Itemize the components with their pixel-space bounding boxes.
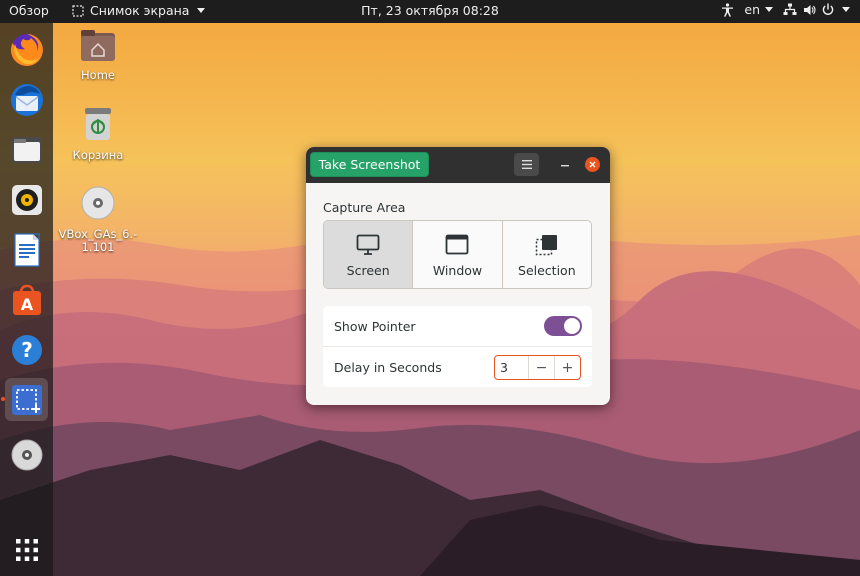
capture-selection-option[interactable]: Selection (503, 221, 591, 288)
dock-help[interactable]: ? (5, 328, 48, 371)
chevron-down-icon (765, 7, 773, 12)
minimize-icon (561, 164, 569, 166)
decrement-button[interactable]: − (528, 356, 554, 379)
chevron-down-icon (197, 8, 206, 13)
app-grid-icon (15, 538, 38, 561)
keyboard-layout-label: en (744, 2, 760, 17)
desktop-icon-label: Home (81, 68, 115, 82)
header-bar: Take Screenshot (306, 147, 610, 183)
help-icon: ? (11, 334, 42, 365)
delay-row: Delay in Seconds − + (323, 347, 592, 387)
capture-selection-label: Selection (518, 263, 576, 278)
thunderbird-icon (10, 83, 43, 116)
dock-rhythmbox[interactable] (5, 178, 48, 221)
dock-thunderbird[interactable] (5, 78, 48, 121)
hamburger-menu-button[interactable] (514, 153, 539, 176)
hamburger-menu-icon (521, 160, 532, 169)
libreoffice-writer-icon (13, 232, 40, 267)
accessibility-icon[interactable] (721, 2, 734, 17)
software-center-icon: A (12, 284, 41, 315)
dock-writer[interactable] (5, 228, 48, 271)
dock-firefox[interactable] (5, 28, 48, 71)
delay-spinbutton: − + (494, 355, 581, 380)
rhythmbox-icon (11, 184, 42, 215)
activities-button[interactable]: Обзор (9, 3, 49, 18)
capture-window-label: Window (432, 263, 483, 278)
screenshot-icon (11, 384, 42, 415)
disc-icon (11, 439, 42, 470)
dock-disc[interactable] (5, 433, 48, 476)
top-bar: Обзор Снимок экрана Пт, 23 октября 08:28… (0, 0, 860, 23)
show-pointer-label: Show Pointer (334, 318, 416, 334)
keyboard-layout[interactable]: en (744, 2, 773, 17)
delay-input[interactable] (495, 356, 528, 379)
capture-area-label: Capture Area (323, 200, 406, 215)
desktop-icon-home[interactable]: Home (58, 28, 138, 82)
delay-label: Delay in Seconds (334, 359, 442, 375)
increment-button[interactable]: + (554, 356, 580, 379)
dock-files[interactable] (5, 128, 48, 171)
show-pointer-row: Show Pointer (323, 306, 592, 346)
svg-text:A: A (20, 295, 33, 314)
dock-software[interactable]: A (5, 278, 48, 321)
home-folder-icon (81, 30, 115, 61)
capture-area-selector: Screen Window Selection (323, 220, 592, 289)
capture-screen-option[interactable]: Screen (324, 221, 414, 288)
clock[interactable]: Пт, 23 октября 08:28 (361, 3, 499, 18)
monitor-icon (356, 234, 380, 255)
close-icon (589, 161, 596, 168)
show-applications-button[interactable] (5, 528, 48, 571)
dock-screenshot[interactable] (5, 378, 48, 421)
screenshot-app-icon (72, 4, 84, 17)
running-indicator (1, 397, 5, 401)
power-icon (822, 3, 834, 15)
show-pointer-switch[interactable] (544, 316, 582, 336)
options-list: Show Pointer Delay in Seconds − + (323, 306, 592, 387)
volume-icon (804, 4, 816, 15)
take-screenshot-button[interactable]: Take Screenshot (310, 152, 429, 177)
capture-window-option[interactable]: Window (413, 221, 503, 288)
selection-icon (535, 235, 557, 256)
app-menu-label: Снимок экрана (90, 3, 190, 18)
network-icon (783, 3, 797, 15)
window-icon (446, 234, 469, 255)
close-button[interactable] (585, 157, 600, 172)
capture-screen-label: Screen (346, 263, 390, 278)
screenshot-window: Take Screenshot Capture Area Screen Wind… (306, 147, 610, 405)
minimize-button[interactable] (554, 153, 576, 176)
system-menu[interactable] (783, 3, 850, 16)
files-icon (11, 136, 42, 163)
desktop-icon-label: VBox_GAs_6.- 1.101 (58, 227, 138, 254)
switch-knob (564, 318, 580, 334)
svg-text:?: ? (21, 338, 33, 362)
dock: A ? (0, 23, 53, 576)
cd-disc-icon (81, 186, 115, 220)
desktop-icon-vbox-cd[interactable]: VBox_GAs_6.- 1.101 (58, 185, 138, 254)
chevron-down-icon (842, 7, 850, 12)
firefox-icon (10, 33, 43, 66)
trash-icon (85, 108, 111, 140)
desktop-icon-trash[interactable]: Корзина (58, 106, 138, 162)
app-menu[interactable]: Снимок экрана (72, 3, 206, 18)
desktop-icon-label: Корзина (72, 148, 124, 162)
